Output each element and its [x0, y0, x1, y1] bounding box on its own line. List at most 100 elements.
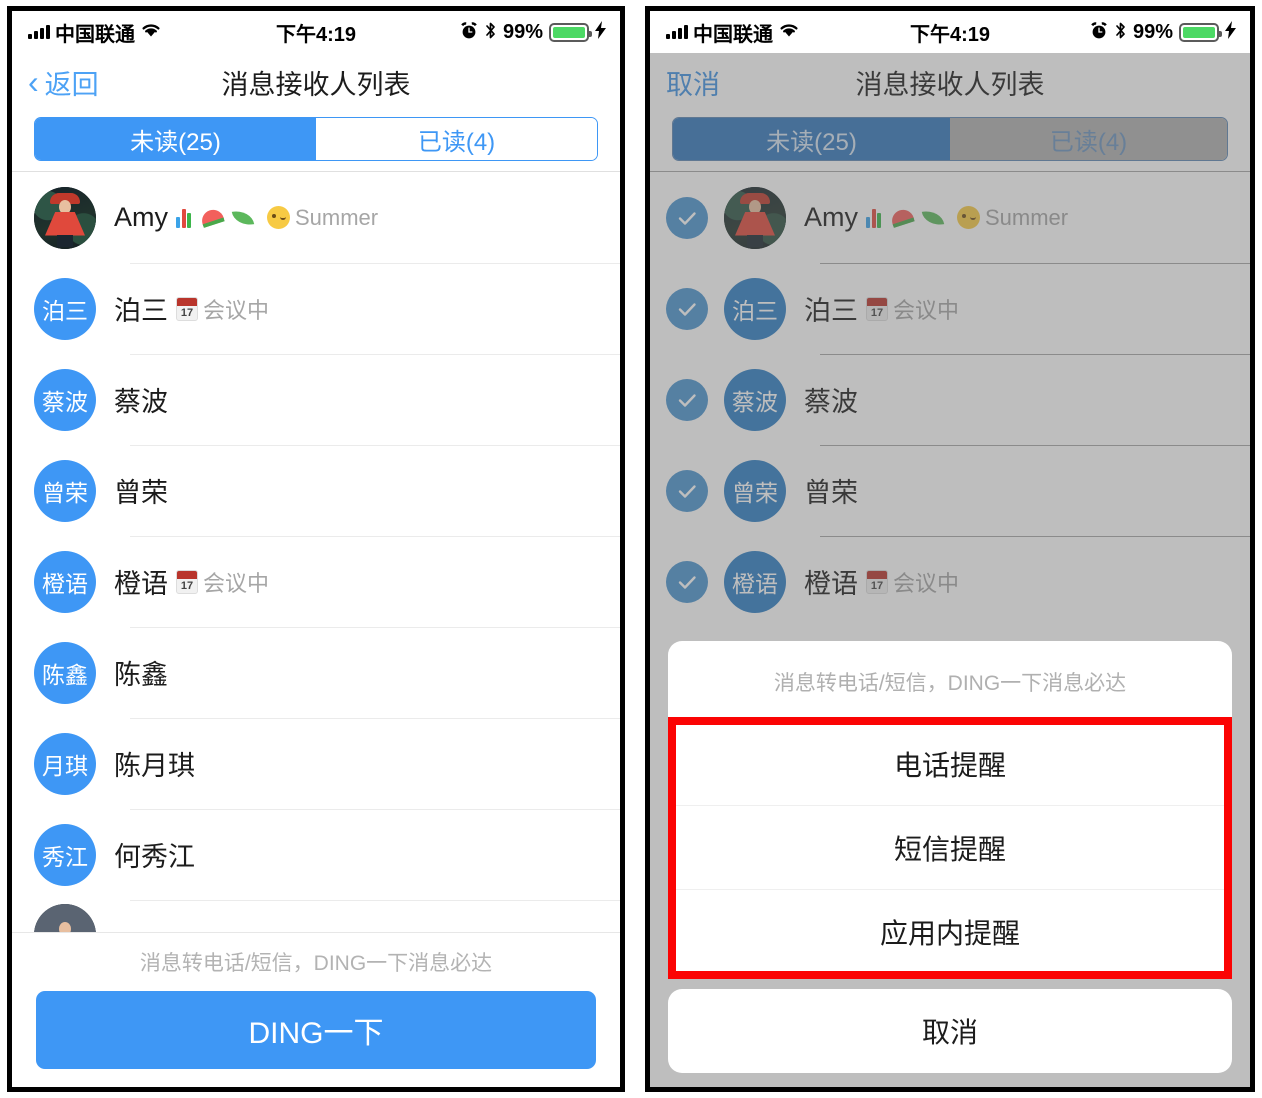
- contact-name-row: 蔡波: [804, 380, 858, 419]
- contact-name-row: Amy Summer: [804, 202, 1068, 233]
- avatar: 泊三: [724, 277, 786, 340]
- checkbox-checked-icon[interactable]: [666, 378, 708, 421]
- bottom-action-bar: 消息转电话/短信，DING一下消息必达 DING一下: [12, 933, 620, 1087]
- right-screen-content: 中国联通 下午4:19 99% 取消 消息接收人列表 未读(25) 已读(4) …: [650, 11, 1250, 1087]
- action-in-app-reminder[interactable]: 应用内提醒: [668, 889, 1232, 973]
- watermelon-emoji: [199, 206, 225, 229]
- status-badge: 会议中: [203, 570, 270, 596]
- back-button[interactable]: ‹ 返回: [28, 63, 99, 102]
- avatar: 曾荣: [34, 459, 96, 522]
- checkbox-checked-icon[interactable]: [666, 287, 708, 330]
- alarm-icon: [1090, 21, 1108, 43]
- contact-name: 何秀江: [114, 842, 195, 872]
- tab-read[interactable]: 已读(4): [950, 118, 1227, 160]
- ding-button[interactable]: DING一下: [36, 991, 596, 1069]
- read-state-segmented-control[interactable]: 未读(25) 已读(4): [34, 117, 598, 161]
- list-item[interactable]: 泊三 泊三 17 会议中: [12, 263, 620, 354]
- contact-name-row: 陈月琪: [114, 744, 195, 783]
- list-item[interactable]: 陈鑫 陈鑫: [12, 627, 620, 718]
- avatar: 月琪: [34, 732, 96, 795]
- action-phone-reminder[interactable]: 电话提醒: [668, 721, 1232, 805]
- calendar-icon: 17: [176, 296, 198, 321]
- navigation-bar: ‹ 返回 消息接收人列表: [12, 53, 620, 111]
- tab-unread[interactable]: 未读(25): [35, 118, 316, 160]
- avatar: [34, 186, 96, 249]
- battery-percent-label: 99%: [1132, 20, 1173, 43]
- contact-name: 陈鑫: [114, 660, 168, 690]
- checkbox-checked-icon[interactable]: [666, 560, 708, 603]
- signal-bars-icon: [666, 25, 688, 39]
- ding-hint-text: 消息转电话/短信，DING一下消息必达: [139, 952, 493, 975]
- contact-name: 橙语: [114, 569, 168, 599]
- navigation-bar: 取消 消息接收人列表: [650, 53, 1250, 111]
- list-item[interactable]: 月琪 陈月琪: [12, 718, 620, 809]
- read-state-segmented-control[interactable]: 未读(25) 已读(4): [672, 117, 1228, 161]
- phone-screen-left: 中国联通 下午4:19 99% ‹ 返回 消息接收人列表 未读(25) 已读(4…: [7, 6, 625, 1092]
- battery-icon: [549, 22, 592, 42]
- page-title: 消息接收人列表: [221, 69, 411, 100]
- tab-unread[interactable]: 未读(25): [673, 118, 950, 160]
- avatar: 秀江: [34, 823, 96, 886]
- contact-name: 泊三: [114, 296, 168, 326]
- page-title: 消息接收人列表: [855, 69, 1045, 100]
- cancel-button[interactable]: 取消: [666, 63, 720, 102]
- battery-icon: [1179, 22, 1222, 42]
- bluetooth-icon: [1114, 21, 1127, 43]
- status-bar-right: 99%: [1090, 21, 1236, 44]
- list-item[interactable]: 泊三 泊三 17 会议中: [650, 263, 1250, 354]
- contact-nickname-suffix: Summer: [985, 204, 1069, 230]
- bar-chart-emoji: [866, 207, 881, 228]
- bar-chart-emoji: [176, 207, 191, 228]
- tab-read[interactable]: 已读(4): [316, 118, 597, 160]
- action-sheet-cancel-button[interactable]: 取消: [668, 989, 1232, 1073]
- calendar-icon: 17: [866, 296, 888, 321]
- contact-name-row: 蔡波: [114, 380, 168, 419]
- contact-name: 蔡波: [804, 387, 858, 417]
- leaf-emoji: [231, 207, 255, 228]
- list-item[interactable]: Amy Summer: [12, 172, 620, 263]
- watermelon-emoji: [889, 206, 915, 229]
- list-item[interactable]: 曾荣 曾荣: [650, 445, 1250, 536]
- action-sms-reminder[interactable]: 短信提醒: [668, 805, 1232, 889]
- winking-face-emoji: [957, 206, 980, 229]
- winking-face-emoji: [267, 206, 290, 229]
- status-bar-right: 99%: [460, 21, 606, 44]
- alarm-icon: [460, 21, 478, 43]
- battery-percent-label: 99%: [502, 20, 543, 43]
- checkbox-checked-icon[interactable]: [666, 196, 708, 239]
- calendar-icon: 17: [866, 569, 888, 594]
- bluetooth-icon: [484, 21, 497, 43]
- avatar: 橙语: [724, 550, 786, 613]
- contact-name-row: 橙语 17 会议中: [804, 562, 959, 601]
- contact-name-row: 陈鑫: [114, 653, 168, 692]
- carrier-label: 中国联通: [55, 23, 135, 46]
- contact-nickname-suffix: Summer: [295, 204, 379, 230]
- calendar-icon: 17: [176, 569, 198, 594]
- list-item[interactable]: 蔡波 蔡波: [650, 354, 1250, 445]
- segmented-control-wrap: 未读(25) 已读(4): [12, 111, 620, 171]
- recipient-list: Amy Summer 泊三 泊三 17 会议中 蔡波 蔡波 曾荣 曾荣 橙语 橙…: [650, 172, 1250, 627]
- checkbox-checked-icon[interactable]: [666, 469, 708, 512]
- screenshot-stage: 中国联通 下午4:19 99% ‹ 返回 消息接收人列表 未读(25) 已读(4…: [0, 0, 1262, 1098]
- contact-name-row: 曾荣: [114, 471, 168, 510]
- list-item[interactable]: 曾荣 曾荣: [12, 445, 620, 536]
- list-item[interactable]: 橙语 橙语 17 会议中: [650, 536, 1250, 627]
- avatar: 陈鑫: [34, 641, 96, 704]
- avatar: 蔡波: [34, 368, 96, 431]
- back-button-label: 返回: [44, 69, 99, 100]
- avatar: 泊三: [34, 277, 96, 340]
- contact-name-row: 曾荣: [804, 471, 858, 510]
- contact-name: 橙语: [804, 569, 858, 599]
- list-item[interactable]: 蔡波 蔡波: [12, 354, 620, 445]
- contact-name-row: 泊三 17 会议中: [114, 289, 269, 328]
- avatar: 蔡波: [724, 368, 786, 431]
- action-sheet: 消息转电话/短信，DING一下消息必达 电话提醒 短信提醒 应用内提醒 取消: [650, 641, 1250, 1087]
- status-bar: 中国联通 下午4:19 99%: [12, 11, 620, 53]
- list-item[interactable]: 橙语 橙语 17 会议中: [12, 536, 620, 627]
- wifi-icon: [778, 22, 800, 42]
- list-item[interactable]: Amy Summer: [650, 172, 1250, 263]
- contact-name: 泊三: [804, 296, 858, 326]
- list-item[interactable]: 秀江 何秀江: [12, 809, 620, 900]
- contact-name: 蔡波: [114, 387, 168, 417]
- status-bar: 中国联通 下午4:19 99%: [650, 11, 1250, 53]
